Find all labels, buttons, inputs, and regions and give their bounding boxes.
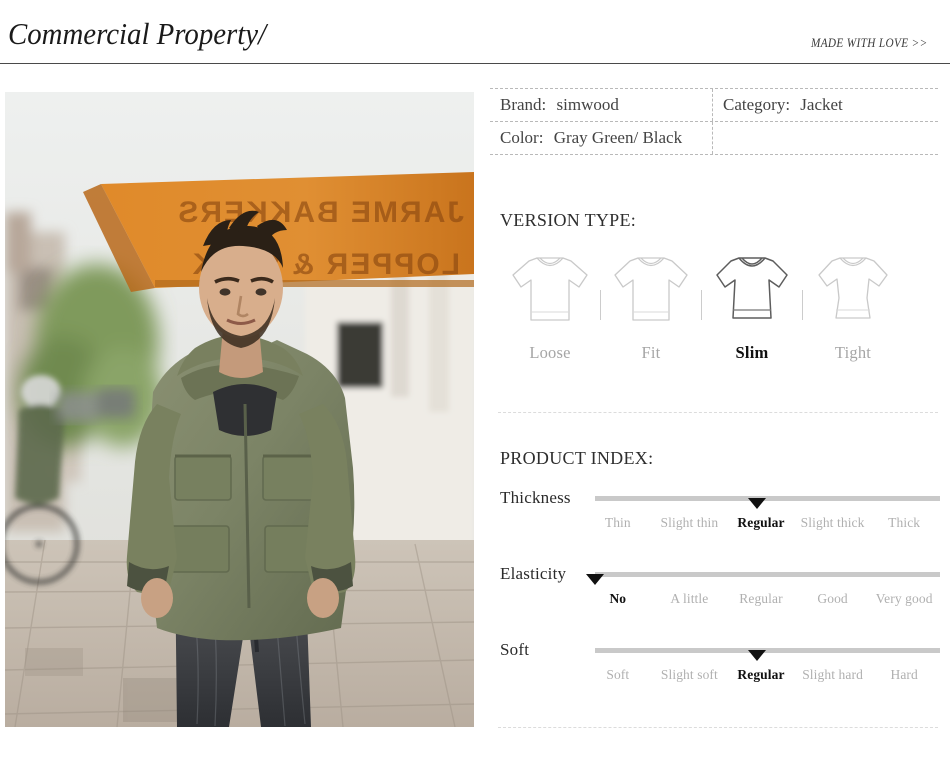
slider-marker-thickness[interactable] xyxy=(748,498,767,509)
header-divider xyxy=(0,63,950,64)
spec-value-brand: simwood xyxy=(556,95,619,114)
version-option-tight[interactable]: Tight xyxy=(803,248,903,363)
section-divider-version xyxy=(498,412,938,413)
spec-key-brand: Brand: xyxy=(500,95,547,114)
slider-label-thickness: Thickness xyxy=(500,488,571,507)
spec-cell-category: Category: Jacket xyxy=(713,89,938,121)
slider-track-thickness[interactable] xyxy=(595,496,940,509)
version-label-fit: Fit xyxy=(641,343,661,362)
header-tagline[interactable]: MADE WITH LOVE >> xyxy=(811,36,928,51)
product-details-panel: Brand: simwood Category: Jacket Color: G… xyxy=(490,88,940,728)
slider-label-soft: Soft xyxy=(500,640,530,659)
product-photo-illustration: JARME BAKKERS LOPPER & SLAK xyxy=(5,92,474,727)
slider-marker-elasticity[interactable] xyxy=(586,574,604,585)
scale-label-thin[interactable]: Thin xyxy=(582,515,654,531)
scale-label-good[interactable]: Good xyxy=(797,591,869,607)
scale-label-regular[interactable]: Regular xyxy=(725,515,797,531)
version-option-fit[interactable]: Fit xyxy=(601,248,701,363)
spec-value-category: Jacket xyxy=(800,95,843,114)
slider-scale-thickness: Thin Slight thin Regular Slight thick Th… xyxy=(582,515,940,531)
tshirt-fit-icon xyxy=(608,248,694,330)
version-type-options: Loose Fit Slim Tight xyxy=(500,248,938,363)
tshirt-tight-icon xyxy=(810,248,896,330)
scale-label-hard[interactable]: Hard xyxy=(868,667,940,683)
scale-label-slight-hard[interactable]: Slight hard xyxy=(797,667,869,683)
tshirt-loose-icon xyxy=(507,248,593,330)
table-row: Color: Gray Green/ Black xyxy=(490,122,938,155)
spec-table: Brand: simwood Category: Jacket Color: G… xyxy=(490,88,938,156)
version-option-slim[interactable]: Slim xyxy=(702,248,802,363)
scale-label-slight-thick[interactable]: Slight thick xyxy=(797,515,869,531)
slider-track-soft[interactable] xyxy=(595,648,940,661)
slider-elasticity[interactable]: Elasticity No A little Regular Good Very… xyxy=(490,564,940,640)
version-label-tight: Tight xyxy=(834,343,872,362)
table-row: Brand: simwood Category: Jacket xyxy=(490,89,938,123)
spec-key-color: Color: xyxy=(500,128,544,148)
scale-label-slight-thin[interactable]: Slight thin xyxy=(654,515,726,531)
spec-cell-empty xyxy=(713,122,938,154)
slider-thickness[interactable]: Thickness Thin Slight thin Regular Sligh… xyxy=(490,488,940,564)
scale-label-no[interactable]: No xyxy=(582,591,654,607)
spec-cell-color: Color: Gray Green/ Black xyxy=(490,122,713,155)
page-title: Commercial Property/ xyxy=(8,16,267,51)
spec-value-color: Gray Green/ Black xyxy=(553,128,683,148)
version-type-heading: VERSION TYPE: xyxy=(500,210,637,230)
product-index-heading: PRODUCT INDEX: xyxy=(500,448,654,468)
scale-label-regular-soft[interactable]: Regular xyxy=(725,667,797,683)
scale-label-slight-soft[interactable]: Slight soft xyxy=(654,667,726,683)
scale-label-very-good[interactable]: Very good xyxy=(868,591,940,607)
section-divider-bottom xyxy=(498,727,938,728)
version-label-loose: Loose xyxy=(529,343,571,362)
page-header: Commercial Property/ MADE WITH LOVE >> xyxy=(0,0,950,64)
slider-scale-soft: Soft Slight soft Regular Slight hard Har… xyxy=(582,667,940,683)
slider-label-elasticity: Elasticity xyxy=(500,564,567,583)
scale-label-thick[interactable]: Thick xyxy=(868,515,940,531)
product-photo: JARME BAKKERS LOPPER & SLAK xyxy=(5,92,474,727)
slider-soft[interactable]: Soft Soft Slight soft Regular Slight har… xyxy=(490,640,940,716)
spec-cell-brand: Brand: simwood xyxy=(490,89,713,122)
spec-key-category: Category: xyxy=(723,95,791,114)
scale-label-a-little[interactable]: A little xyxy=(654,591,726,607)
scale-label-regular-elasticity[interactable]: Regular xyxy=(725,591,797,607)
tshirt-slim-icon xyxy=(709,248,795,330)
version-option-loose[interactable]: Loose xyxy=(500,248,600,363)
slider-scale-elasticity: No A little Regular Good Very good xyxy=(582,591,940,607)
version-label-slim: Slim xyxy=(735,343,769,362)
slider-marker-soft[interactable] xyxy=(748,650,767,661)
product-index-sliders: Thickness Thin Slight thin Regular Sligh… xyxy=(490,488,940,716)
scale-label-soft[interactable]: Soft xyxy=(582,667,654,683)
slider-track-elasticity[interactable] xyxy=(586,572,940,585)
